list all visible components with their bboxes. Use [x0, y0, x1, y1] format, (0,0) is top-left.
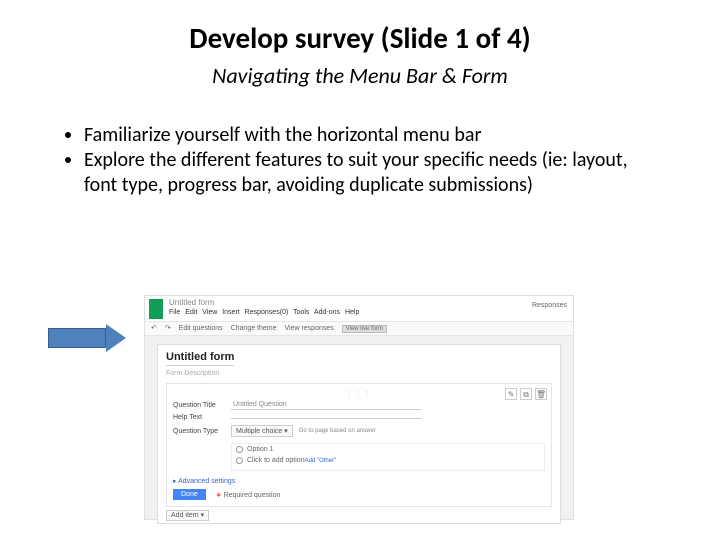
app-icon	[149, 299, 163, 319]
question-block: ⋮⋮⋮ ✎ ⧉ 🗑 Question Title Untitled Questi…	[166, 383, 552, 507]
toolbar-edit-questions[interactable]: Edit questions	[179, 325, 223, 332]
bullet-item: Familiarize yourself with the horizontal…	[84, 123, 660, 148]
toolbar: ↶ ↷ Edit questions Change theme View res…	[145, 322, 573, 336]
menu-bar[interactable]: File Edit View Insert Responses(0) Tools…	[169, 309, 359, 316]
required-question-label[interactable]: ∗ Required question	[216, 491, 281, 499]
responses-link[interactable]: Responses	[532, 302, 567, 309]
bullet-item: Explore the different features to suit y…	[84, 148, 660, 198]
toolbar-view-live-form[interactable]: View live form	[342, 325, 387, 333]
label-question-type: Question Type	[173, 428, 231, 435]
screenshot-google-form-editor: Untitled form File Edit View Insert Resp…	[144, 295, 574, 520]
toolbar-change-theme[interactable]: Change theme	[231, 325, 277, 332]
page-based-hint: Go to page based on answer	[299, 428, 376, 434]
form-card: Untitled form Form Description ⋮⋮⋮ ✎ ⧉ 🗑…	[157, 344, 561, 524]
document-title: Untitled form	[169, 298, 214, 307]
editor-header: Untitled form File Edit View Insert Resp…	[145, 296, 573, 322]
bullet-list: Familiarize yourself with the horizontal…	[70, 123, 660, 198]
add-item-button[interactable]: Add item ▾	[166, 511, 552, 519]
delete-icon[interactable]: 🗑	[535, 388, 547, 400]
add-option-text[interactable]: Click to add option	[247, 457, 305, 464]
done-button[interactable]: Done	[173, 489, 206, 500]
duplicate-icon[interactable]: ⧉	[520, 388, 532, 400]
page-subtitle: Navigating the Menu Bar & Form	[0, 62, 720, 89]
edit-icon[interactable]: ✎	[505, 388, 517, 400]
options-area: Option 1 Click to add option Add "Other"	[231, 443, 545, 471]
question-type-select[interactable]: Multiple choice ▾	[231, 425, 293, 437]
question-actions: ✎ ⧉ 🗑	[504, 388, 547, 400]
option-text[interactable]: Option 1	[247, 446, 273, 453]
form-title[interactable]: Untitled form	[166, 351, 234, 366]
add-other-link[interactable]: Add "Other"	[305, 458, 337, 464]
radio-icon	[236, 457, 243, 464]
advanced-settings-toggle[interactable]: ▸ Advanced settings	[173, 477, 545, 485]
editor-canvas: Untitled form Form Description ⋮⋮⋮ ✎ ⧉ 🗑…	[145, 336, 573, 519]
label-help-text: Help Text	[173, 414, 231, 421]
radio-icon	[236, 446, 243, 453]
required-star-icon: ∗	[216, 492, 222, 499]
help-text-input[interactable]	[231, 416, 421, 419]
form-description[interactable]: Form Description	[166, 370, 552, 377]
label-question-title: Question Title	[173, 402, 231, 409]
toolbar-redo-icon[interactable]: ↷	[165, 325, 171, 332]
toolbar-view-responses[interactable]: View responses	[284, 325, 333, 332]
option-row[interactable]: Option 1	[236, 446, 540, 453]
add-option-row[interactable]: Click to add option Add "Other"	[236, 457, 540, 464]
page-title: Develop survey (Slide 1 of 4)	[0, 20, 720, 56]
drag-handle-icon[interactable]: ⋮⋮⋮	[173, 390, 545, 398]
toolbar-undo-icon[interactable]: ↶	[151, 325, 157, 332]
question-title-input[interactable]: Untitled Question	[231, 400, 421, 410]
